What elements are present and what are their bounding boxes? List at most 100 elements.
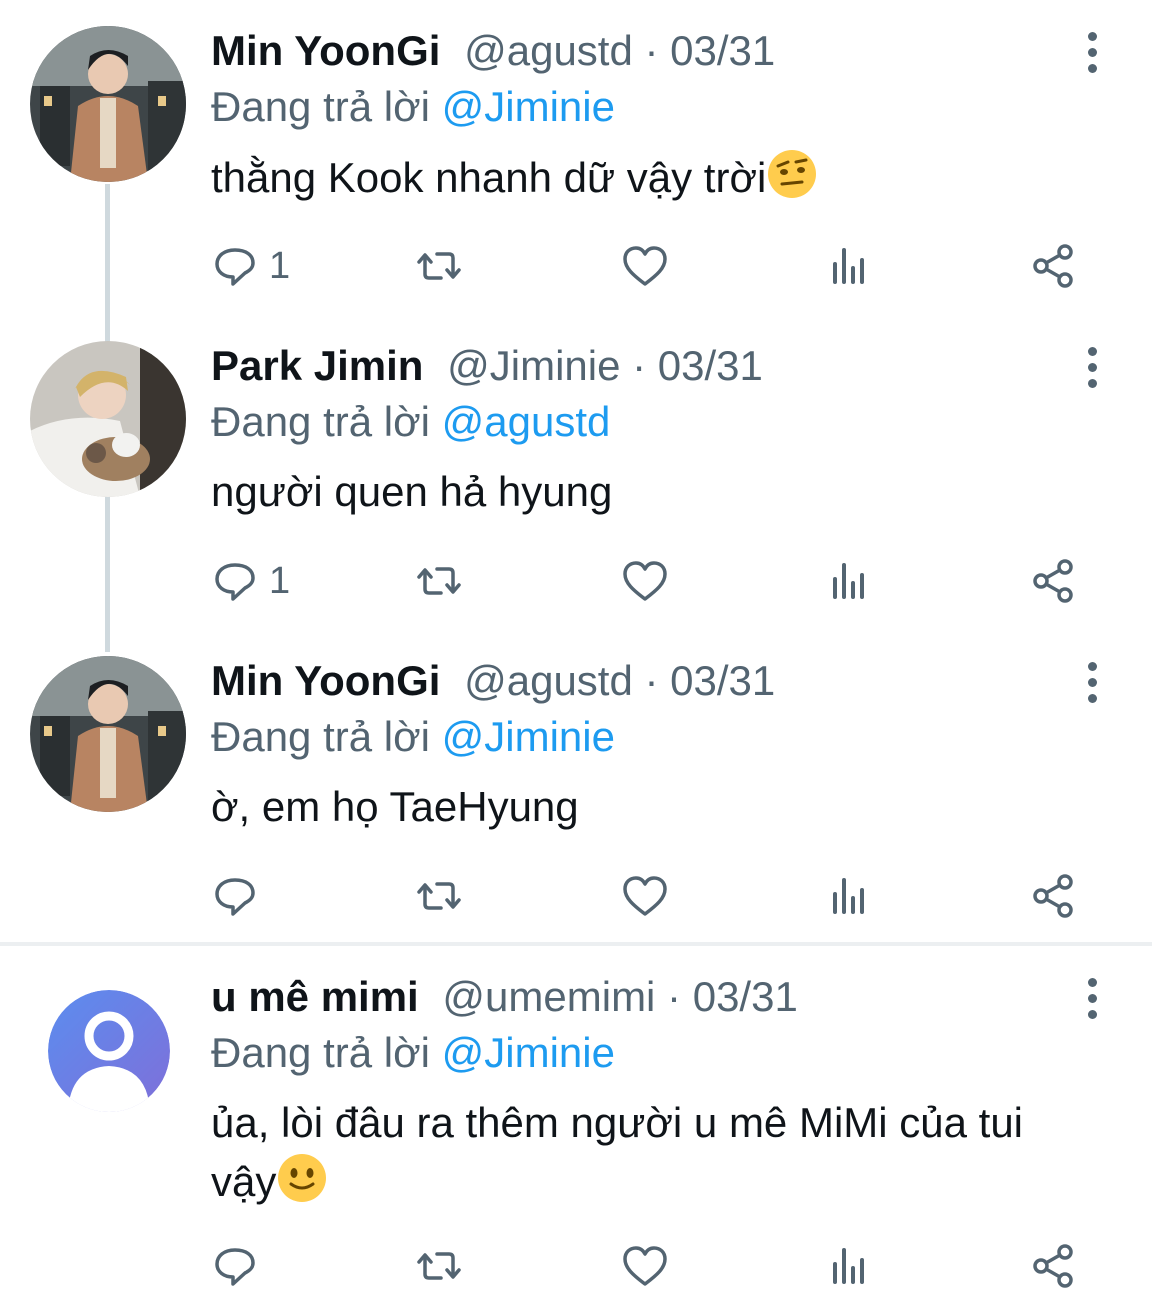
like-button[interactable]: [621, 1238, 669, 1294]
raised-eyebrow-emoji-icon: [768, 150, 817, 198]
separator: ·: [655, 973, 693, 1020]
tweet-date[interactable]: 03/31: [670, 27, 775, 74]
user-handle[interactable]: @Jiminie: [447, 342, 620, 389]
more-icon[interactable]: [1082, 347, 1102, 397]
reply-button[interactable]: 1: [211, 238, 290, 294]
reply-prefix: Đang trả lời: [211, 713, 442, 760]
tweet-text-line: ủa, lòi đâu ra thêm người u mê MiMi của …: [211, 1099, 1024, 1146]
analytics-button[interactable]: [825, 1238, 873, 1294]
more-icon[interactable]: [1082, 32, 1102, 82]
share-icon: [1033, 1244, 1073, 1288]
separator: ·: [620, 342, 658, 389]
retweet-button[interactable]: [415, 553, 463, 609]
tweet-content: Park Jimin @Jiminie · 03/31 Đang trả lời…: [211, 337, 1112, 521]
retweet-button[interactable]: [415, 868, 463, 924]
reply-prefix: Đang trả lời: [211, 398, 442, 445]
like-icon: [623, 1246, 667, 1286]
more-icon[interactable]: [1082, 662, 1102, 712]
tweet-content: Min YoonGi @agustd · 03/31 Đang trả lời …: [211, 22, 1112, 207]
reply-button[interactable]: [211, 1238, 259, 1294]
tweet-date[interactable]: 03/31: [658, 342, 763, 389]
user-handle[interactable]: @agustd: [464, 27, 633, 74]
retweet-button[interactable]: [415, 238, 463, 294]
analytics-icon: [833, 248, 864, 284]
reply-icon: [215, 878, 255, 916]
retweet-button[interactable]: [415, 1238, 463, 1294]
tweet-item[interactable]: Min YoonGi @agustd · 03/31 Đang trả lời …: [0, 0, 1152, 315]
action-bar: 1: [211, 238, 1082, 298]
reply-context: Đang trả lời @Jiminie: [211, 710, 1112, 764]
separator: ·: [632, 657, 671, 704]
reply-prefix: Đang trả lời: [211, 83, 442, 130]
user-handle[interactable]: @agustd: [464, 657, 633, 704]
analytics-icon: [833, 563, 864, 599]
share-button[interactable]: [1029, 868, 1077, 924]
tweet-header: Min YoonGi @agustd · 03/31: [211, 652, 1112, 710]
tweet-text: ờ, em họ TaeHyung: [211, 783, 579, 830]
tweet-text-line: vậy: [211, 1152, 1112, 1211]
reply-icon: [215, 248, 255, 286]
user-name[interactable]: u mê mimi: [211, 973, 419, 1020]
tweet-header: u mê mimi @umemimi · 03/31: [211, 968, 1112, 1026]
tweet-date[interactable]: 03/31: [670, 657, 775, 704]
tweet-item[interactable]: Park Jimin @Jiminie · 03/31 Đang trả lời…: [0, 315, 1152, 630]
analytics-button[interactable]: [825, 238, 873, 294]
slightly-smiling-emoji-icon: [278, 1154, 327, 1202]
more-icon[interactable]: [1082, 978, 1102, 1028]
action-bar: 1: [211, 553, 1082, 613]
reply-mention[interactable]: @Jiminie: [442, 1029, 615, 1076]
share-button[interactable]: [1029, 1238, 1077, 1294]
analytics-button[interactable]: [825, 868, 873, 924]
tweet-item[interactable]: Min YoonGi @agustd · 03/31 Đang trả lời …: [0, 630, 1152, 942]
retweet-icon: [417, 882, 461, 910]
analytics-icon: [833, 1248, 864, 1284]
reply-context: Đang trả lời @agustd: [211, 395, 1112, 449]
reply-icon: [215, 563, 255, 601]
reply-mention[interactable]: @Jiminie: [442, 713, 615, 760]
tweet-text: người quen hả hyung: [211, 468, 613, 515]
like-icon: [623, 561, 667, 601]
reply-icon: [215, 1248, 255, 1286]
tweet-header: Park Jimin @Jiminie · 03/31: [211, 337, 1112, 395]
reply-prefix: Đang trả lời: [211, 1029, 442, 1076]
share-icon: [1033, 559, 1073, 603]
share-button[interactable]: [1029, 238, 1077, 294]
tweet-text: thằng Kook nhanh dữ vậy trời: [211, 148, 1112, 207]
reply-mention[interactable]: @agustd: [442, 398, 611, 445]
retweet-icon: [417, 252, 461, 280]
action-bar: [211, 868, 1082, 928]
tweet-text: ủa, lòi đâu ra thêm người u mê MiMi của …: [211, 1094, 1112, 1211]
user-name[interactable]: Park Jimin: [211, 342, 423, 389]
user-handle[interactable]: @umemimi: [442, 973, 655, 1020]
avatar[interactable]: [30, 656, 186, 812]
reply-mention[interactable]: @Jiminie: [442, 83, 615, 130]
analytics-icon: [833, 878, 864, 914]
reply-count: 1: [269, 244, 291, 287]
default-avatar[interactable]: [48, 990, 170, 1112]
share-button[interactable]: [1029, 553, 1077, 609]
tweet-item[interactable]: u mê mimi @umemimi · 03/31 Đang trả lời …: [0, 946, 1152, 1316]
like-button[interactable]: [621, 553, 669, 609]
like-icon: [623, 876, 667, 916]
reply-context: Đang trả lời @Jiminie: [211, 80, 1112, 134]
reply-button[interactable]: [211, 868, 259, 924]
tweet-text-content: thằng Kook nhanh dữ vậy trời: [211, 154, 767, 201]
action-bar: [211, 1238, 1082, 1298]
retweet-icon: [417, 1252, 461, 1280]
avatar[interactable]: [30, 26, 186, 182]
retweet-icon: [417, 567, 461, 595]
user-name[interactable]: Min YoonGi: [211, 657, 440, 704]
like-icon: [623, 246, 667, 286]
like-button[interactable]: [621, 868, 669, 924]
like-button[interactable]: [621, 238, 669, 294]
tweet-date[interactable]: 03/31: [693, 973, 798, 1020]
avatar[interactable]: [30, 341, 186, 497]
reply-context: Đang trả lời @Jiminie: [211, 1026, 1112, 1080]
tweet-content: Min YoonGi @agustd · 03/31 Đang trả lời …: [211, 652, 1112, 836]
share-icon: [1033, 244, 1073, 288]
user-name[interactable]: Min YoonGi: [211, 27, 440, 74]
reply-button[interactable]: 1: [211, 553, 290, 609]
tweet-content: u mê mimi @umemimi · 03/31 Đang trả lời …: [211, 968, 1112, 1211]
tweet-text-content: vậy: [211, 1158, 277, 1205]
analytics-button[interactable]: [825, 553, 873, 609]
